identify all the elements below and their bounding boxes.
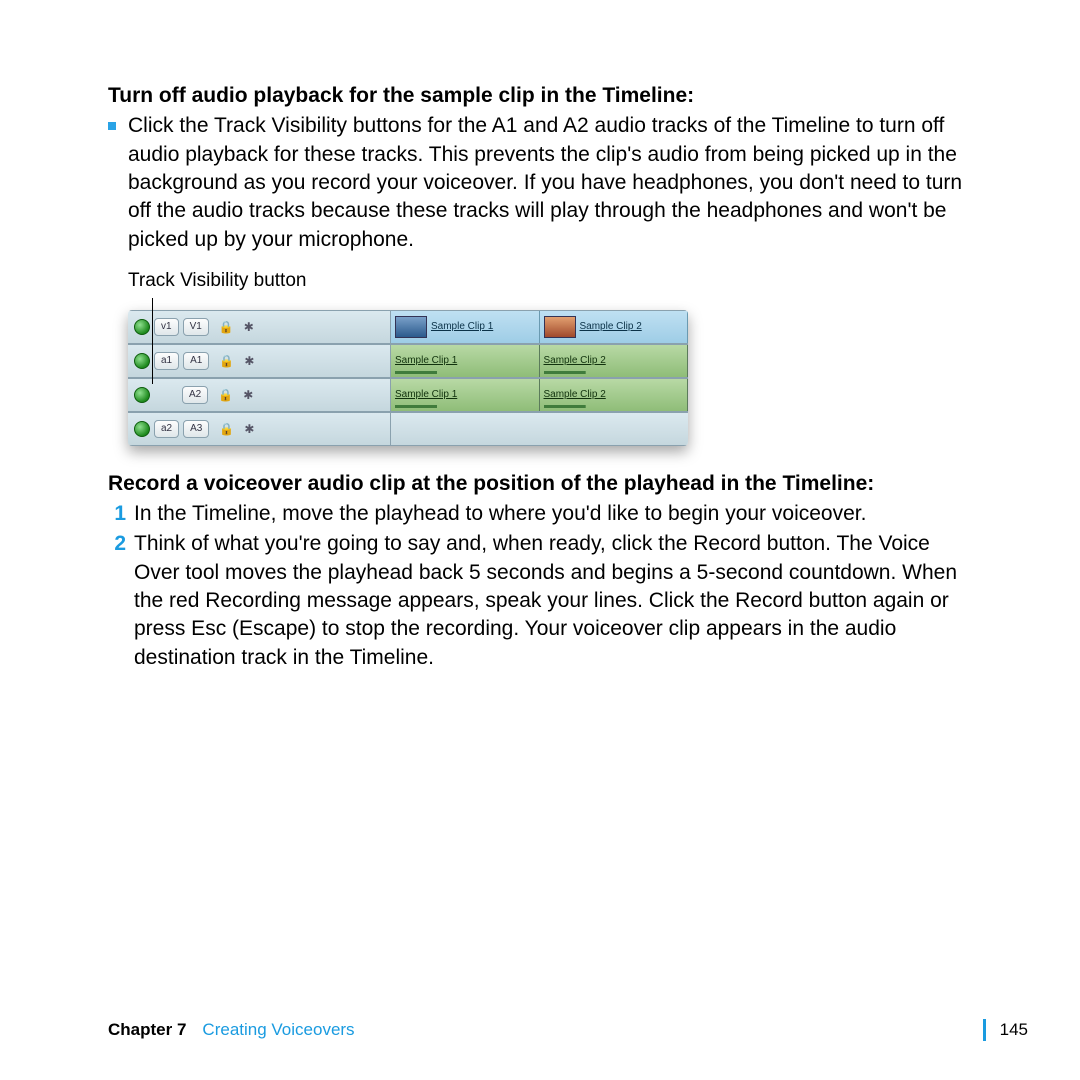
track-row-v1: v1 V1 🔒 ✱ Sample Clip 1 Sample Clip 2 [128,310,688,344]
source-pill[interactable]: v1 [154,318,179,336]
gear-icon[interactable]: ✱ [243,387,253,403]
clip-label: Sample Clip 1 [431,320,493,334]
track-header: v1 V1 🔒 ✱ [128,311,391,343]
audio-clip[interactable]: Sample Clip 2 [540,379,689,411]
heading-turn-off-audio: Turn off audio playback for the sample c… [108,82,978,110]
track-clips [391,413,688,445]
gear-icon[interactable]: ✱ [244,421,254,437]
audio-clip[interactable]: Sample Clip 1 [391,345,540,377]
step-number: 1 [108,500,126,528]
track-visibility-button[interactable] [134,387,150,403]
callout-label: Track Visibility button [128,268,978,294]
dest-pill[interactable]: A1 [183,352,209,370]
dest-pill[interactable]: A3 [183,420,209,438]
content-area: Turn off audio playback for the sample c… [108,82,978,672]
page-number: 145 [1000,1019,1040,1042]
track-clips: Sample Clip 1 Sample Clip 2 [391,311,688,343]
lock-icon[interactable]: 🔒 [219,421,234,437]
track-header: a1 A1 🔒 ✱ [128,345,391,377]
page: Turn off audio playback for the sample c… [0,0,1080,1080]
track-row-a1: a1 A1 🔒 ✱ Sample Clip 1 Sample Clip 2 [128,344,688,378]
track-visibility-button[interactable] [134,319,150,335]
source-pill[interactable]: a1 [154,352,179,370]
gear-icon[interactable]: ✱ [244,319,254,335]
bullet-text: Click the Track Visibility buttons for t… [128,114,962,250]
callout-leader-line [152,298,153,384]
step-text: In the Timeline, move the playhead to wh… [134,500,978,528]
track-header: A2 🔒 ✱ [128,379,391,411]
waveform-icon [395,404,535,410]
timeline-figure: v1 V1 🔒 ✱ Sample Clip 1 Sample Clip 2 [128,310,688,446]
waveform-icon [544,370,684,376]
step-number: 2 [108,530,126,672]
audio-clip[interactable]: Sample Clip 2 [540,345,689,377]
bullet-item: Click the Track Visibility buttons for t… [108,112,978,254]
clip-thumbnail [395,316,427,338]
timeline-panel: v1 V1 🔒 ✱ Sample Clip 1 Sample Clip 2 [128,310,688,446]
waveform-icon [544,404,684,410]
track-row-a2: A2 🔒 ✱ Sample Clip 1 Sample Clip 2 [128,378,688,412]
source-pill[interactable]: a2 [154,420,179,438]
track-row-a3: a2 A3 🔒 ✱ [128,412,688,446]
video-clip[interactable]: Sample Clip 2 [540,311,689,343]
track-visibility-button[interactable] [134,353,150,369]
video-clip[interactable]: Sample Clip 1 [391,311,540,343]
dest-pill[interactable]: A2 [182,386,208,404]
clip-label: Sample Clip 1 [395,354,457,368]
dest-pill[interactable]: V1 [183,318,209,336]
gear-icon[interactable]: ✱ [244,353,254,369]
step-1: 1 In the Timeline, move the playhead to … [108,500,978,528]
clip-thumbnail [544,316,576,338]
waveform-icon [395,370,535,376]
track-clips: Sample Clip 1 Sample Clip 2 [391,379,688,411]
page-footer: Chapter 7 Creating Voiceovers 145 [108,1019,1040,1042]
step-text: Think of what you're going to say and, w… [134,530,978,672]
heading-record-voiceover: Record a voiceover audio clip at the pos… [108,470,978,498]
clip-label: Sample Clip 2 [544,354,606,368]
clip-label: Sample Clip 2 [544,388,606,402]
clip-label: Sample Clip 2 [580,320,642,334]
step-2: 2 Think of what you're going to say and,… [108,530,978,672]
chapter-title: Creating Voiceovers [202,1019,354,1042]
chapter-label: Chapter 7 [108,1019,186,1042]
audio-clip[interactable]: Sample Clip 1 [391,379,540,411]
clip-label: Sample Clip 1 [395,388,457,402]
lock-icon[interactable]: 🔒 [219,319,234,335]
lock-icon[interactable]: 🔒 [218,387,233,403]
track-header: a2 A3 🔒 ✱ [128,413,391,445]
track-clips: Sample Clip 1 Sample Clip 2 [391,345,688,377]
footer-divider [983,1019,986,1041]
track-visibility-button[interactable] [134,421,150,437]
lock-icon[interactable]: 🔒 [219,353,234,369]
